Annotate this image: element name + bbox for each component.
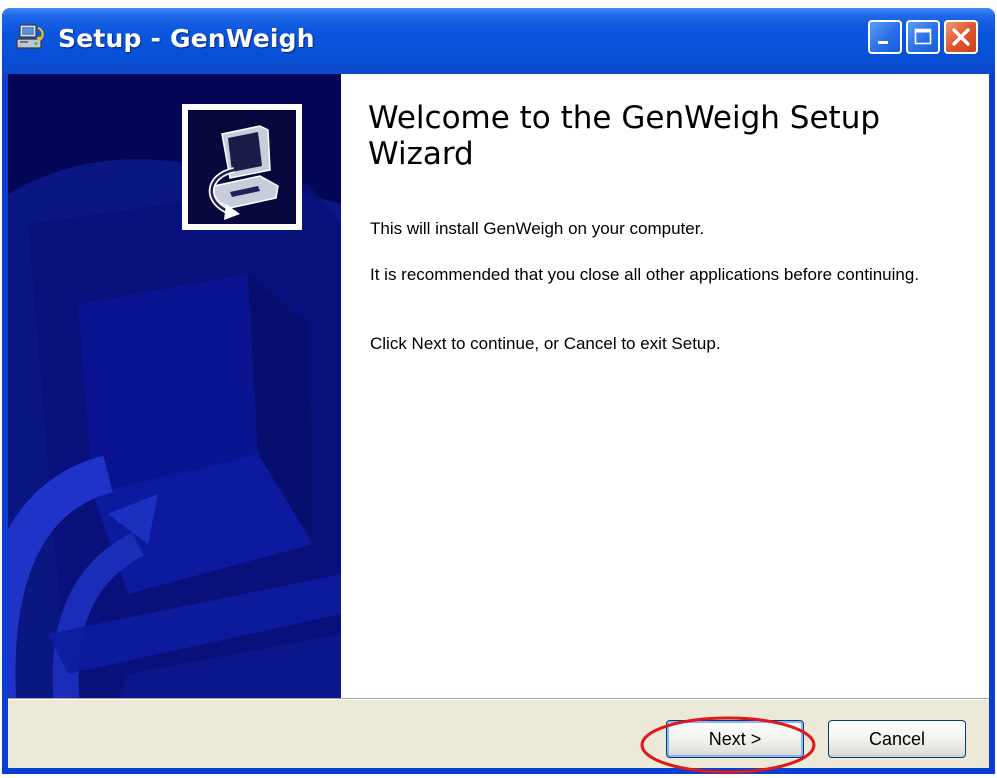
install-description: This will install GenWeigh on your compu… [370,219,705,238]
close-button[interactable] [944,20,978,54]
wizard-client-area: Welcome to the GenWeigh Setup Wizard Thi… [8,74,989,768]
wizard-side-panel [8,74,341,698]
setup-window: Setup - GenWeigh Welcome to the GenWeigh… [2,8,995,774]
side-panel-artwork [8,74,341,698]
minimize-icon [878,41,888,44]
cancel-button[interactable]: Cancel [828,720,966,758]
next-cancel-instructions: Click Next to continue, or Cancel to exi… [370,334,721,353]
wizard-heading: Welcome to the GenWeigh Setup Wizard [368,100,881,172]
minimize-button[interactable] [868,20,902,54]
maximize-icon [914,28,932,45]
next-button[interactable]: Next > [666,720,804,758]
title-bar[interactable]: Setup - GenWeigh [2,8,995,74]
setup-installer-icon [16,24,44,49]
close-icon [952,28,970,46]
window-title: Setup - GenWeigh [58,24,315,53]
button-bar-divider [8,698,989,700]
close-apps-recommendation: It is recommended that you close all oth… [370,265,920,284]
maximize-button[interactable] [906,20,940,54]
wizard-content-panel: Welcome to the GenWeigh Setup Wizard Thi… [341,74,989,698]
